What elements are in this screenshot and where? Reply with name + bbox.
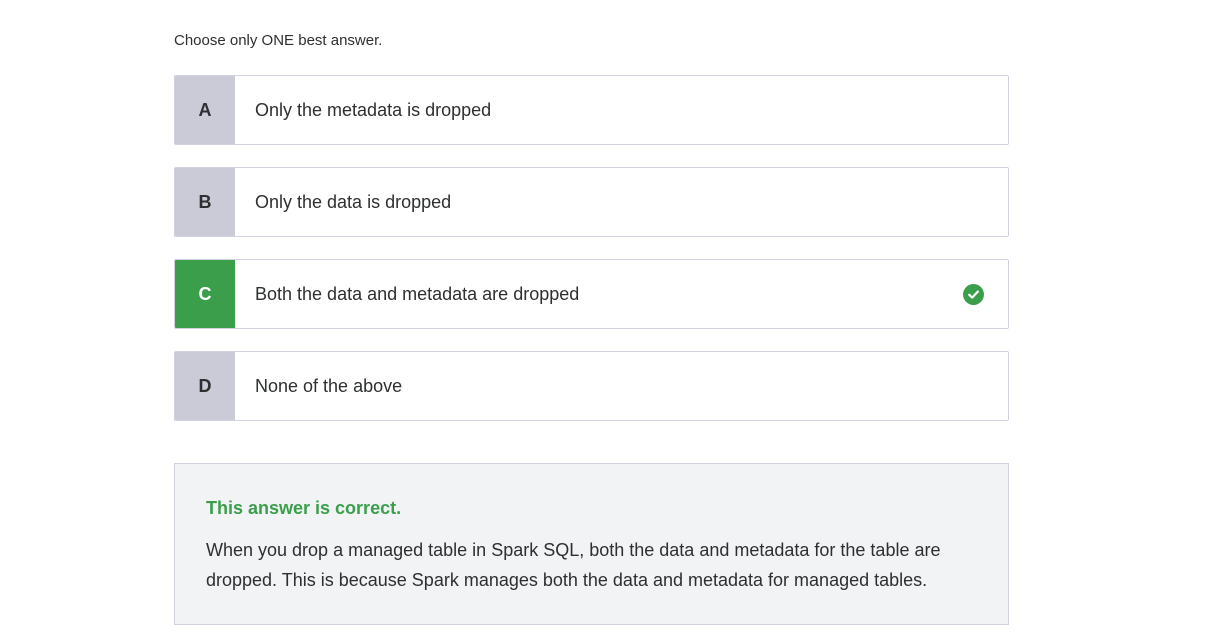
- option-text: None of the above: [255, 375, 403, 396]
- answer-options: A Only the metadata is dropped B Only th…: [174, 75, 1009, 443]
- question-instruction: Choose only ONE best answer.: [174, 32, 383, 49]
- answer-option-a[interactable]: A Only the metadata is dropped: [174, 75, 1009, 145]
- check-circle-icon: [962, 283, 984, 305]
- feedback-explanation: When you drop a managed table in Spark S…: [206, 540, 941, 590]
- option-text: Only the data is dropped: [255, 191, 452, 212]
- answer-option-c[interactable]: C Both the data and metadata are dropped: [174, 259, 1009, 329]
- option-letter: C: [175, 260, 235, 328]
- option-letter: D: [175, 352, 235, 420]
- option-text: Both the data and metadata are dropped: [255, 283, 580, 304]
- option-text: Only the metadata is dropped: [255, 99, 492, 120]
- answer-option-d[interactable]: D None of the above: [174, 351, 1009, 421]
- option-letter: A: [175, 76, 235, 144]
- answer-feedback-panel: This answer is correct. When you drop a …: [174, 463, 1009, 625]
- option-letter: B: [175, 168, 235, 236]
- correct-indicator: [938, 260, 1008, 328]
- answer-option-b[interactable]: B Only the data is dropped: [174, 167, 1009, 237]
- feedback-title: This answer is correct.: [206, 498, 402, 518]
